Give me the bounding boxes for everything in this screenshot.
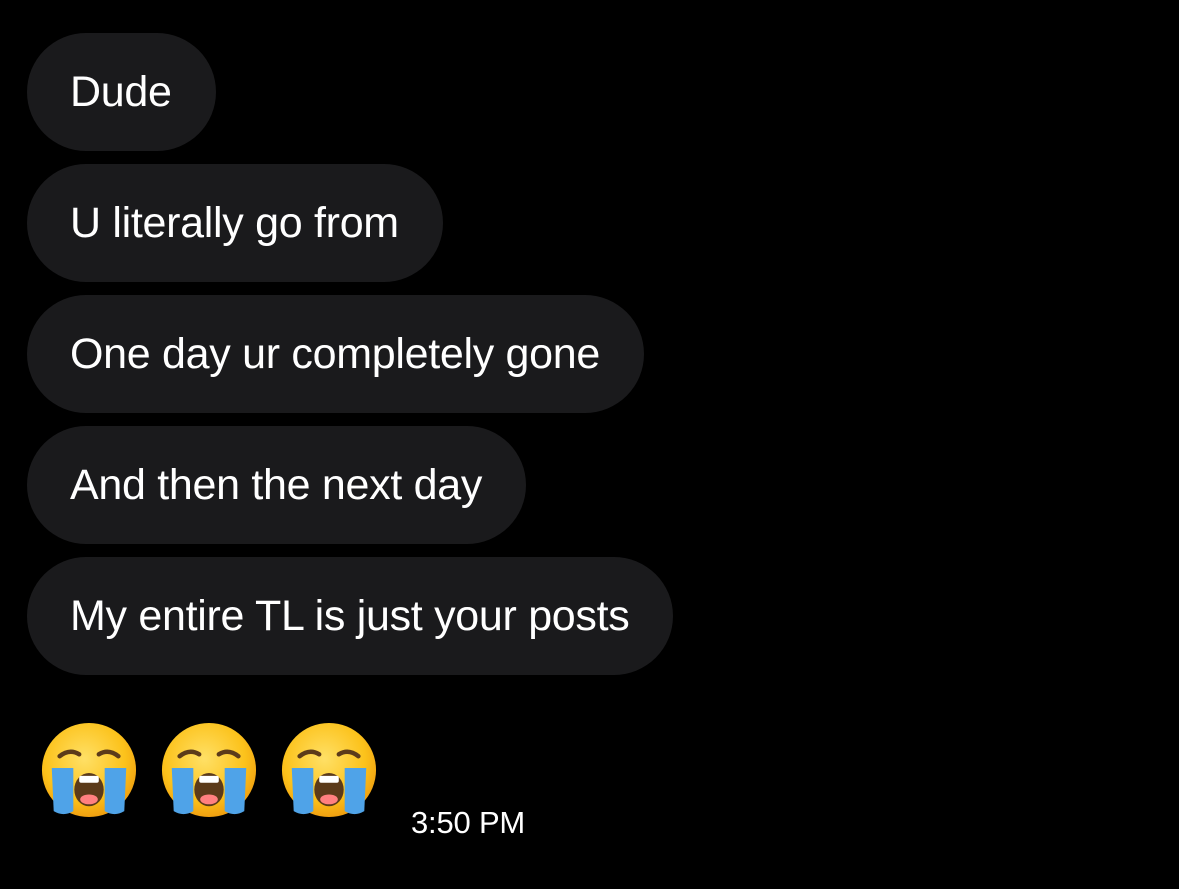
message-bubble[interactable]: And then the next day bbox=[27, 426, 527, 544]
message-thread: Dude U literally go from One day ur comp… bbox=[27, 33, 1147, 688]
loudly-crying-face-emoji-icon bbox=[161, 722, 257, 818]
message-bubble[interactable]: My entire TL is just your posts bbox=[27, 557, 674, 675]
loudly-crying-face-emoji-icon bbox=[41, 722, 137, 818]
loudly-crying-face-emoji-icon bbox=[281, 722, 377, 818]
message-bubble[interactable]: One day ur completely gone bbox=[27, 295, 645, 413]
emoji-message[interactable] bbox=[40, 719, 400, 819]
message-bubble[interactable]: U literally go from bbox=[27, 164, 443, 282]
message-bubble[interactable]: Dude bbox=[27, 33, 216, 151]
message-timestamp: 3:50 PM bbox=[411, 805, 526, 840]
